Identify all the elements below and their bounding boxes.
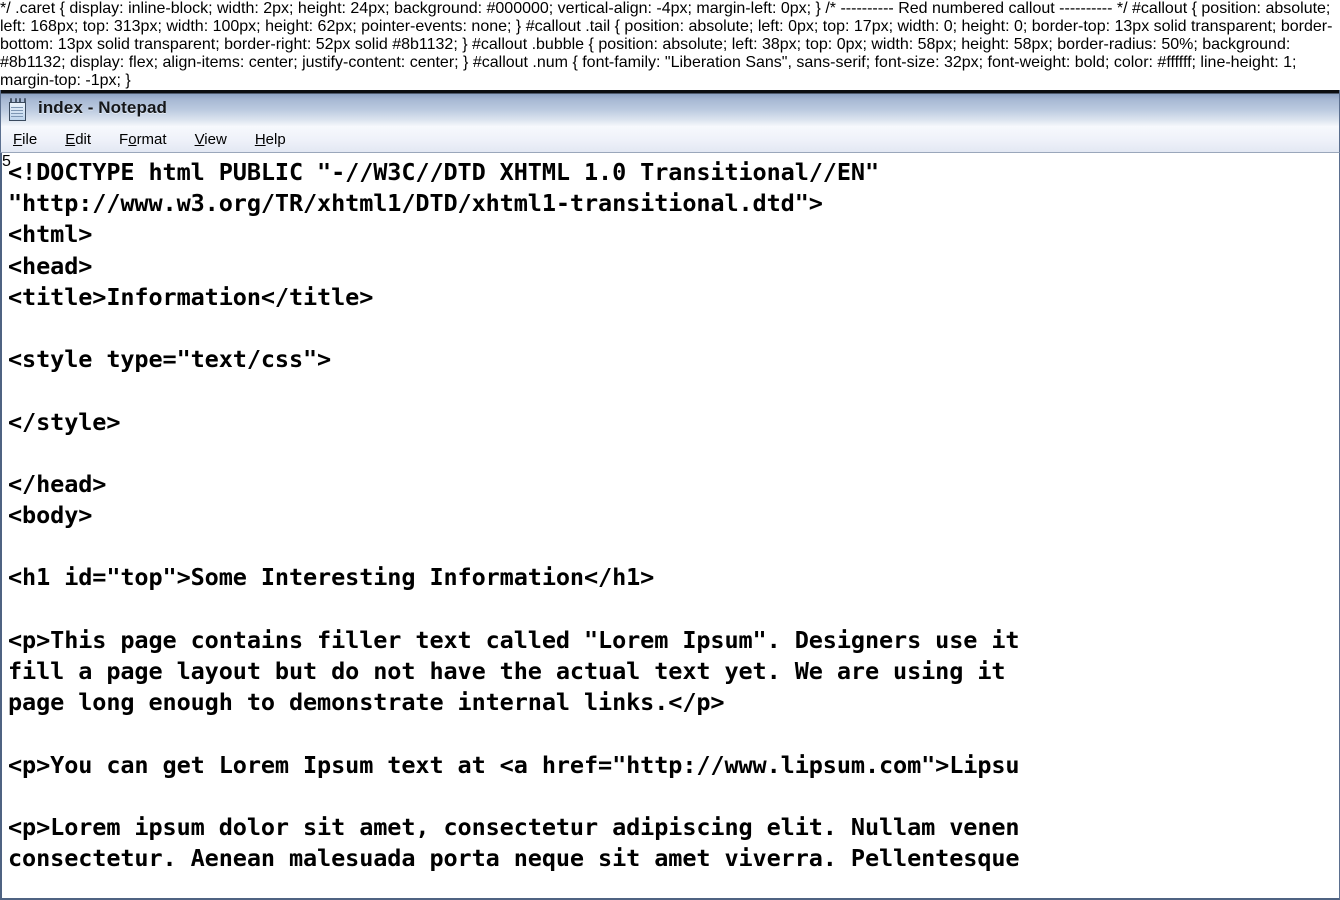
code-line: <title>Information</title> [8,282,374,311]
code-line: page long enough to demonstrate internal… [8,688,725,717]
code-line: fill a page layout but do not have the a… [8,657,1006,685]
code-line: <html> [8,220,93,249]
code-line: <h1 id="top">Some Interesting Informatio… [8,563,655,592]
code-line: </head> [8,469,107,498]
menu-item-help[interactable]: Help [253,130,288,149]
notepad-icon [7,97,29,122]
code-line: "http://www.w3.org/TR/xhtml1/DTD/xhtml1-… [8,189,823,218]
code-line: <p>Lorem ipsum dolor sit amet, consectet… [8,812,1020,841]
notepad-icon-lines [11,106,23,118]
code-line: <p>You can get Lorem Ipsum text at <a hr… [8,750,1020,779]
menubar: File Edit Format View Help [0,126,1340,153]
code-line: consectetur. Aenean malesuada porta nequ… [8,844,1020,873]
text-editing-area[interactable]: <!DOCTYPE html PUBLIC "-//W3C//DTD XHTML… [0,153,1340,900]
notepad-window: index - Notepad File Edit Format View He… [0,90,1340,900]
menu-item-file[interactable]: File [11,130,39,149]
code-line: <p>This page contains filler text called… [8,625,1020,654]
menu-item-edit[interactable]: Edit [63,130,93,149]
code-line: </style> [8,407,121,436]
code-line: <!DOCTYPE html PUBLIC "-//W3C//DTD XHTML… [8,158,879,186]
menu-item-format[interactable]: Format [117,130,169,149]
code-line: <body> [8,501,93,530]
document-text[interactable]: <!DOCTYPE html PUBLIC "-//W3C//DTD XHTML… [8,157,1339,874]
code-line: <head> [8,251,93,280]
window-title: index - Notepad [38,98,168,117]
menu-item-view[interactable]: View [193,130,229,149]
titlebar: index - Notepad [0,90,1340,126]
code-line: <style type="text/css"> [8,345,332,374]
